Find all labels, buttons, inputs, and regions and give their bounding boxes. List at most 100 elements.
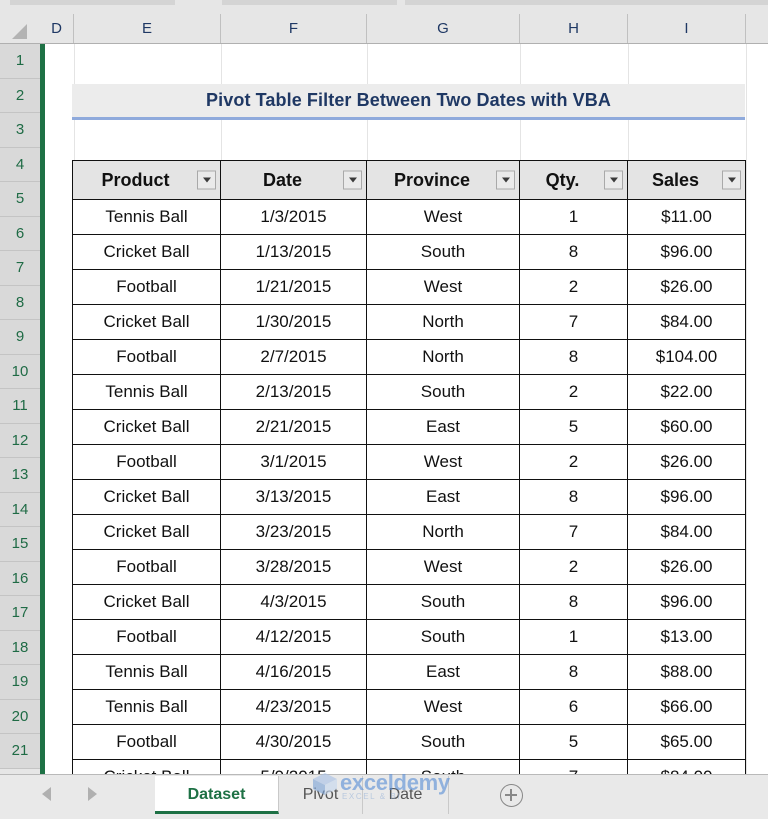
cell-sales[interactable]: $26.00 xyxy=(627,444,746,480)
cell-product[interactable]: Cricket Ball xyxy=(72,234,221,270)
cell-qty[interactable]: 6 xyxy=(519,689,628,725)
cell-product[interactable]: Football xyxy=(72,339,221,375)
sheet-tab-dataset[interactable]: Dataset xyxy=(155,776,279,814)
cell-date[interactable]: 3/23/2015 xyxy=(220,514,367,550)
row-header-16[interactable]: 16 xyxy=(0,561,40,596)
cell-date[interactable]: 3/28/2015 xyxy=(220,549,367,585)
row-header-6[interactable]: 6 xyxy=(0,216,40,251)
row-header-21[interactable]: 21 xyxy=(0,734,40,769)
cell-product[interactable]: Football xyxy=(72,619,221,655)
cell-province[interactable]: South xyxy=(366,619,520,655)
cell-province[interactable]: North xyxy=(366,514,520,550)
cell-sales[interactable]: $96.00 xyxy=(627,234,746,270)
cell-province[interactable]: West xyxy=(366,199,520,235)
cell-sales[interactable]: $96.00 xyxy=(627,584,746,620)
cell-qty[interactable]: 1 xyxy=(519,199,628,235)
cell-qty[interactable]: 8 xyxy=(519,234,628,270)
cell-qty[interactable]: 2 xyxy=(519,549,628,585)
column-header-qty[interactable]: Qty. xyxy=(519,160,628,200)
cell-sales[interactable]: $84.00 xyxy=(627,759,746,774)
cell-province[interactable]: East xyxy=(366,654,520,690)
row-header-12[interactable]: 12 xyxy=(0,423,40,458)
cell-sales[interactable]: $66.00 xyxy=(627,689,746,725)
add-sheet-plus-icon[interactable] xyxy=(500,784,523,807)
row-header-10[interactable]: 10 xyxy=(0,354,40,389)
cell-date[interactable]: 4/3/2015 xyxy=(220,584,367,620)
row-header-2[interactable]: 2 xyxy=(0,78,40,113)
column-header-province[interactable]: Province xyxy=(366,160,520,200)
row-header-17[interactable]: 17 xyxy=(0,596,40,631)
cell-sales[interactable]: $13.00 xyxy=(627,619,746,655)
cell-sales[interactable]: $60.00 xyxy=(627,409,746,445)
cell-date[interactable]: 2/7/2015 xyxy=(220,339,367,375)
cell-qty[interactable]: 8 xyxy=(519,584,628,620)
cell-product[interactable]: Tennis Ball xyxy=(72,689,221,725)
cell-date[interactable]: 3/1/2015 xyxy=(220,444,367,480)
cell-province[interactable]: West xyxy=(366,269,520,305)
cell-sales[interactable]: $84.00 xyxy=(627,514,746,550)
cell-qty[interactable]: 8 xyxy=(519,654,628,690)
cell-date[interactable]: 4/16/2015 xyxy=(220,654,367,690)
cell-product[interactable]: Cricket Ball xyxy=(72,409,221,445)
cell-province[interactable]: West xyxy=(366,689,520,725)
row-header-3[interactable]: 3 xyxy=(0,113,40,148)
cell-date[interactable]: 1/3/2015 xyxy=(220,199,367,235)
cell-province[interactable]: West xyxy=(366,549,520,585)
row-header-13[interactable]: 13 xyxy=(0,458,40,493)
cell-qty[interactable]: 8 xyxy=(519,339,628,375)
cell-sales[interactable]: $11.00 xyxy=(627,199,746,235)
sheet-tab-date[interactable]: Date xyxy=(363,776,449,814)
filter-dropdown-icon[interactable] xyxy=(722,170,741,190)
cell-province[interactable]: East xyxy=(366,479,520,515)
column-header-f[interactable]: F xyxy=(221,14,367,43)
row-header-5[interactable]: 5 xyxy=(0,182,40,217)
column-header-e[interactable]: E xyxy=(74,14,221,43)
cell-product[interactable]: Cricket Ball xyxy=(72,584,221,620)
cell-date[interactable]: 1/30/2015 xyxy=(220,304,367,340)
cell-product[interactable]: Tennis Ball xyxy=(72,654,221,690)
column-header-product[interactable]: Product xyxy=(72,160,221,200)
row-header-4[interactable]: 4 xyxy=(0,147,40,182)
column-header-sales[interactable]: Sales xyxy=(627,160,746,200)
cell-date[interactable]: 1/21/2015 xyxy=(220,269,367,305)
cell-product[interactable]: Football xyxy=(72,444,221,480)
cell-province[interactable]: South xyxy=(366,374,520,410)
cell-date[interactable]: 3/13/2015 xyxy=(220,479,367,515)
cell-province[interactable]: South xyxy=(366,234,520,270)
cell-product[interactable]: Tennis Ball xyxy=(72,199,221,235)
row-header-15[interactable]: 15 xyxy=(0,527,40,562)
filter-dropdown-icon[interactable] xyxy=(343,170,362,190)
cell-province[interactable]: South xyxy=(366,724,520,760)
cell-product[interactable]: Football xyxy=(72,549,221,585)
worksheet-canvas[interactable]: Pivot Table Filter Between Two Dates wit… xyxy=(45,44,768,774)
cell-qty[interactable]: 2 xyxy=(519,269,628,305)
cell-date[interactable]: 1/13/2015 xyxy=(220,234,367,270)
cell-province[interactable]: South xyxy=(366,584,520,620)
cell-qty[interactable]: 7 xyxy=(519,514,628,550)
filter-dropdown-icon[interactable] xyxy=(197,170,216,190)
cell-province[interactable]: North xyxy=(366,339,520,375)
cell-date[interactable]: 5/9/2015 xyxy=(220,759,367,774)
scroll-right-arrow-icon[interactable] xyxy=(88,787,97,801)
column-header-d[interactable]: D xyxy=(40,14,74,43)
filter-dropdown-icon[interactable] xyxy=(604,170,623,190)
row-header-18[interactable]: 18 xyxy=(0,630,40,665)
row-header-19[interactable]: 19 xyxy=(0,665,40,700)
row-header-1[interactable]: 1 xyxy=(0,44,40,79)
column-header-i[interactable]: I xyxy=(628,14,746,43)
cell-product[interactable]: Tennis Ball xyxy=(72,374,221,410)
row-header-7[interactable]: 7 xyxy=(0,251,40,286)
cell-product[interactable]: Football xyxy=(72,269,221,305)
cell-product[interactable]: Cricket Ball xyxy=(72,304,221,340)
cell-province[interactable]: South xyxy=(366,759,520,774)
cell-product[interactable]: Cricket Ball xyxy=(72,479,221,515)
cell-sales[interactable]: $65.00 xyxy=(627,724,746,760)
cell-qty[interactable]: 7 xyxy=(519,304,628,340)
cell-province[interactable]: East xyxy=(366,409,520,445)
cell-sales[interactable]: $88.00 xyxy=(627,654,746,690)
column-header-h[interactable]: H xyxy=(520,14,628,43)
scroll-left-arrow-icon[interactable] xyxy=(42,787,51,801)
cell-qty[interactable]: 8 xyxy=(519,479,628,515)
cell-product[interactable]: Cricket Ball xyxy=(72,514,221,550)
cell-qty[interactable]: 1 xyxy=(519,619,628,655)
